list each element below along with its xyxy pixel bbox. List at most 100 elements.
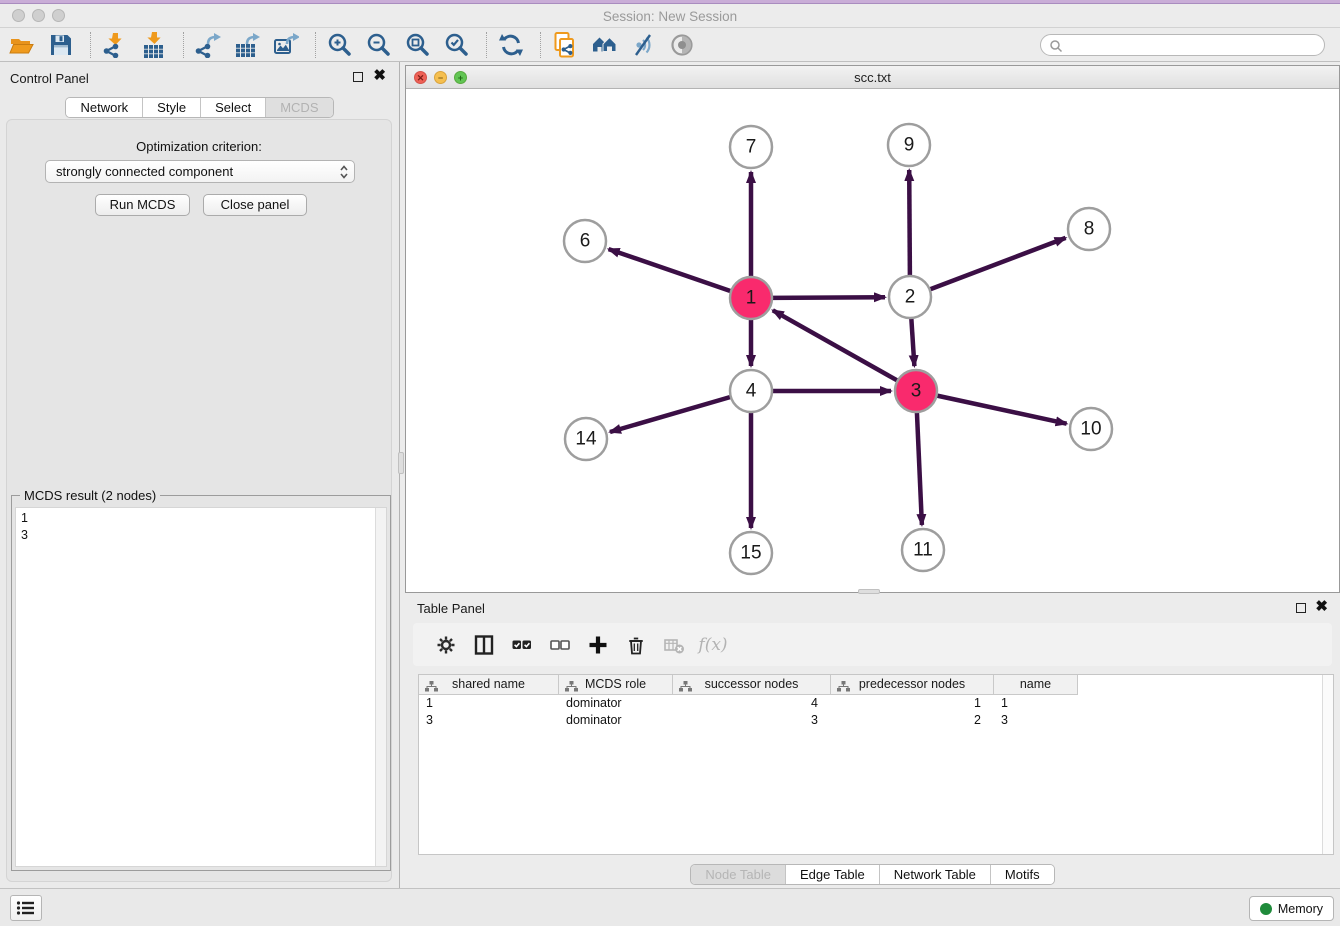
graph-node-11[interactable]: 11 bbox=[902, 529, 944, 571]
refresh-icon[interactable] bbox=[497, 31, 525, 59]
node-label: 14 bbox=[575, 429, 597, 450]
import-table-icon[interactable] bbox=[140, 31, 168, 59]
node-label: 2 bbox=[905, 287, 916, 308]
tab-network-table[interactable]: Network Table bbox=[880, 865, 991, 884]
home-icon[interactable] bbox=[590, 31, 618, 59]
mcds-result-groupbox: MCDS result (2 nodes) 13 bbox=[11, 495, 391, 871]
graph-node-6[interactable]: 6 bbox=[564, 220, 606, 262]
table-scrollbar[interactable] bbox=[1322, 675, 1333, 854]
graph-edge-2-3[interactable] bbox=[911, 318, 914, 366]
table-panel-close-icon[interactable]: ✖ bbox=[1315, 599, 1328, 615]
tree-icon bbox=[679, 679, 692, 698]
main-toolbar bbox=[0, 28, 1340, 62]
cell-successor-nodes[interactable]: 4 bbox=[673, 695, 831, 712]
mcds-result-textarea[interactable]: 13 bbox=[15, 507, 387, 867]
graph-node-15[interactable]: 15 bbox=[730, 532, 772, 574]
column-header-predecessor-nodes[interactable]: predecessor nodes bbox=[831, 675, 994, 695]
node-label: 15 bbox=[740, 543, 761, 564]
vertical-splitter-handle[interactable] bbox=[398, 452, 404, 474]
node-label: 7 bbox=[746, 137, 757, 158]
graph-edge-3-1[interactable] bbox=[773, 310, 898, 380]
import-network-icon[interactable] bbox=[101, 31, 129, 59]
cell-predecessor-nodes[interactable]: 1 bbox=[831, 695, 994, 712]
tab-motifs[interactable]: Motifs bbox=[991, 865, 1054, 884]
table-panel-float-icon[interactable] bbox=[1296, 603, 1306, 613]
zoom-fit-icon[interactable] bbox=[404, 31, 432, 59]
graph-node-1[interactable]: 1 bbox=[730, 277, 772, 319]
unselect-all-icon[interactable] bbox=[547, 633, 573, 657]
network-from-file-icon[interactable] bbox=[551, 31, 579, 59]
control-panel-float-icon[interactable] bbox=[353, 72, 363, 82]
titlebar-accent-strip bbox=[0, 0, 1340, 4]
graph-node-3[interactable]: 3 bbox=[895, 370, 937, 412]
hide-details-icon[interactable] bbox=[629, 31, 657, 59]
close-panel-button[interactable]: Close panel bbox=[203, 194, 307, 216]
cell-name[interactable]: 1 bbox=[994, 695, 1078, 712]
control-panel-close-icon[interactable]: ✖ bbox=[373, 68, 386, 84]
tab-select[interactable]: Select bbox=[201, 98, 266, 117]
horizontal-splitter-handle[interactable] bbox=[858, 589, 880, 594]
criterion-select[interactable]: strongly connected component bbox=[45, 160, 355, 183]
network-canvas[interactable]: 7 9 6 8 1 2 4 3 14 10 15 11 bbox=[406, 89, 1339, 592]
save-icon[interactable] bbox=[47, 31, 75, 59]
zoom-selected-icon[interactable] bbox=[443, 31, 471, 59]
cell-name[interactable]: 3 bbox=[994, 712, 1078, 729]
tab-style[interactable]: Style bbox=[143, 98, 201, 117]
mcds-tab-content: Optimization criterion: strongly connect… bbox=[6, 119, 392, 882]
column-header-label: predecessor nodes bbox=[859, 677, 965, 691]
graph-node-2[interactable]: 2 bbox=[889, 276, 931, 318]
column-header-successor-nodes[interactable]: successor nodes bbox=[673, 675, 831, 695]
zoom-in-icon[interactable] bbox=[326, 31, 354, 59]
network-graph[interactable]: 7 9 6 8 1 2 4 3 14 10 15 11 bbox=[406, 89, 1339, 592]
graph-edge-3-11[interactable] bbox=[917, 412, 922, 525]
graph-node-14[interactable]: 14 bbox=[565, 418, 607, 460]
memory-button[interactable]: Memory bbox=[1249, 896, 1334, 921]
select-all-icon[interactable] bbox=[509, 633, 535, 657]
tab-edge-table[interactable]: Edge Table bbox=[786, 865, 880, 884]
graph-edge-1-2[interactable] bbox=[772, 297, 885, 298]
tab-mcds[interactable]: MCDS bbox=[266, 98, 332, 117]
table-row[interactable]: 1dominator411 bbox=[419, 695, 1333, 712]
add-icon[interactable] bbox=[585, 633, 611, 657]
export-network-icon[interactable] bbox=[194, 31, 222, 59]
graph-edge-2-8[interactable] bbox=[930, 238, 1066, 290]
table-row[interactable]: 3dominator323 bbox=[419, 712, 1333, 729]
cell-shared-name[interactable]: 1 bbox=[419, 695, 559, 712]
open-folder-icon[interactable] bbox=[8, 31, 36, 59]
column-header-name[interactable]: name bbox=[994, 675, 1078, 695]
search-input[interactable] bbox=[1067, 36, 1317, 54]
cell-predecessor-nodes[interactable]: 2 bbox=[831, 712, 994, 729]
graph-edge-1-6[interactable] bbox=[609, 249, 732, 291]
task-history-button[interactable] bbox=[10, 895, 42, 921]
node-label: 9 bbox=[904, 135, 915, 156]
eye-icon[interactable] bbox=[668, 31, 696, 59]
app-titlebar: Session: New Session bbox=[0, 0, 1340, 28]
cell-successor-nodes[interactable]: 3 bbox=[673, 712, 831, 729]
cell-shared-name[interactable]: 3 bbox=[419, 712, 559, 729]
column-header-shared-name[interactable]: shared name bbox=[419, 675, 559, 695]
search-box[interactable] bbox=[1040, 34, 1325, 56]
export-table-icon[interactable] bbox=[233, 31, 261, 59]
zoom-out-icon[interactable] bbox=[365, 31, 393, 59]
column-header-MCDS-role[interactable]: MCDS role bbox=[559, 675, 673, 695]
cell-MCDS-role[interactable]: dominator bbox=[559, 712, 673, 729]
graph-node-7[interactable]: 7 bbox=[730, 126, 772, 168]
node-label: 3 bbox=[911, 381, 922, 402]
run-mcds-button[interactable]: Run MCDS bbox=[95, 194, 190, 216]
graph-node-10[interactable]: 10 bbox=[1070, 408, 1112, 450]
status-bar: Memory bbox=[0, 888, 1340, 926]
tab-node-table[interactable]: Node Table bbox=[691, 865, 786, 884]
columns-icon[interactable] bbox=[471, 633, 497, 657]
graph-node-9[interactable]: 9 bbox=[888, 124, 930, 166]
graph-edge-4-14[interactable] bbox=[610, 397, 731, 432]
window-title: Session: New Session bbox=[0, 9, 1340, 24]
trash-icon[interactable] bbox=[623, 633, 649, 657]
gear-icon[interactable] bbox=[433, 633, 459, 657]
result-scrollbar[interactable] bbox=[375, 508, 386, 866]
export-image-icon[interactable] bbox=[272, 31, 300, 59]
graph-edge-3-10[interactable] bbox=[937, 396, 1067, 424]
graph-edge-2-9[interactable] bbox=[909, 170, 910, 276]
graph-node-8[interactable]: 8 bbox=[1068, 208, 1110, 250]
graph-node-4[interactable]: 4 bbox=[730, 370, 772, 412]
tab-network[interactable]: Network bbox=[66, 98, 143, 117]
